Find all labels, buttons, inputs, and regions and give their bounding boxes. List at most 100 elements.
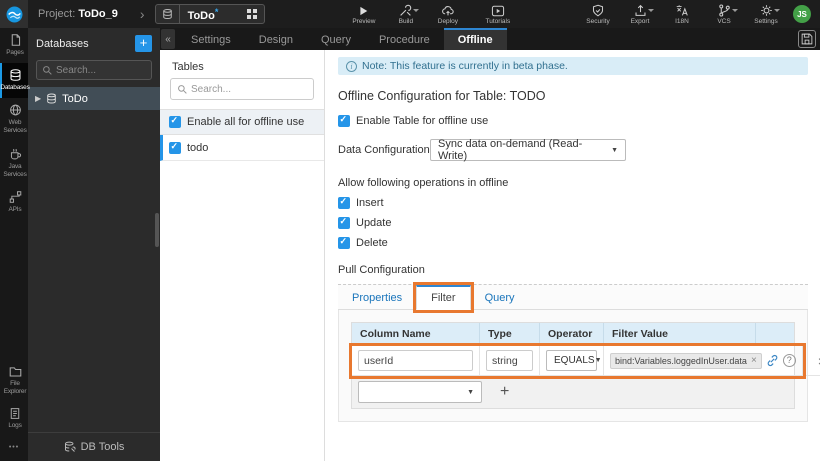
data-configuration-row: Data Configuration Sync data on-demand (… [338, 138, 808, 162]
bind-value-chip[interactable]: bind:Variables.loggedInUser.data × [610, 352, 762, 369]
cell-filter-value: bind:Variables.loggedInUser.data × ? [604, 346, 803, 376]
search-icon [178, 85, 187, 94]
remove-bind-icon[interactable]: × [751, 355, 757, 366]
tab-offline[interactable]: Offline [443, 28, 507, 50]
shield-icon [592, 3, 604, 17]
tutorials-button[interactable]: Tutorials [485, 3, 511, 25]
filter-table-header: Column Name Type Operator Filter Value [352, 323, 794, 346]
operation-insert-row[interactable]: Insert [338, 196, 808, 209]
user-avatar[interactable]: JS [793, 5, 811, 23]
play-icon [358, 3, 369, 17]
tables-panel-title: Tables [172, 61, 204, 73]
preview-button[interactable]: Preview [351, 3, 377, 25]
enable-table-offline-row[interactable]: Enable Table for offline use [338, 114, 808, 127]
topbar: Project: ToDo_9 › ToDo* Preview Build De… [0, 0, 820, 28]
db-tools-icon [64, 441, 76, 452]
build-button[interactable]: Build [393, 3, 420, 25]
column-name-input[interactable] [358, 350, 473, 371]
bind-link-icon[interactable] [766, 354, 779, 367]
checkbox-checked-icon[interactable] [338, 114, 350, 127]
security-button[interactable]: Security [585, 3, 611, 25]
topbar-actions-right: Security Export I18N VCS Settings [577, 3, 787, 25]
databases-search-input[interactable] [56, 64, 146, 76]
caret-down-icon [647, 9, 654, 15]
checkbox-checked-icon[interactable] [338, 236, 350, 249]
folder-icon [9, 366, 21, 377]
filter-row-annotated-region: EQUALS ▼ bind:Variables.loggedInUser.dat… [352, 346, 803, 376]
sidebar-item-databases[interactable]: Databases [0, 63, 30, 99]
checkbox-checked-icon[interactable] [338, 216, 350, 229]
checkbox-checked-icon[interactable] [338, 196, 350, 209]
search-icon [43, 66, 52, 75]
checkbox-checked-icon[interactable] [169, 141, 181, 154]
vcs-button[interactable]: VCS [711, 3, 738, 25]
help-icon[interactable]: ? [782, 354, 796, 367]
app-logo[interactable] [0, 0, 28, 28]
operations-checkboxes: Insert Update Delete [338, 196, 808, 249]
sidebar-item-logs[interactable]: Logs [0, 402, 28, 436]
globe-icon [9, 104, 21, 116]
operation-delete-row[interactable]: Delete [338, 236, 808, 249]
operator-select[interactable]: EQUALS ▼ [546, 350, 602, 371]
tab-settings[interactable]: Settings [177, 28, 245, 50]
tab-query[interactable]: Query [307, 28, 365, 50]
cell-column-name [352, 346, 480, 376]
sidebar-item-apis[interactable]: APIs [0, 185, 28, 220]
caret-down-icon [413, 9, 420, 15]
video-icon [491, 3, 505, 17]
info-icon: i [346, 60, 357, 72]
gear-icon [760, 3, 780, 17]
database-icon [10, 69, 20, 81]
dropdown-arrow-icon: ▼ [467, 388, 474, 396]
expand-caret-icon[interactable]: ▶ [35, 94, 41, 103]
settings-button[interactable]: Settings [753, 3, 780, 25]
db-panel-scrollbar[interactable] [155, 213, 159, 247]
api-nodes-icon [9, 190, 21, 203]
enable-all-offline-row[interactable]: Enable all for offline use [160, 109, 324, 135]
sidebar-item-java-services[interactable]: Java Services [0, 142, 28, 185]
coffee-cup-icon [10, 148, 21, 159]
pull-tab-query[interactable]: Query [471, 285, 529, 310]
table-row-todo[interactable]: todo [160, 135, 324, 161]
add-database-button[interactable]: + [135, 35, 152, 52]
operations-label: Allow following operations in offline [338, 177, 509, 189]
deploy-button[interactable]: Deploy [435, 3, 461, 25]
sidebar-more-button[interactable]: ••• [0, 436, 28, 461]
caret-down-icon [731, 9, 738, 15]
tab-design[interactable]: Design [245, 28, 307, 50]
apps-grid-icon[interactable] [247, 9, 257, 19]
git-branch-icon [718, 3, 738, 17]
cell-row-actions: × [802, 346, 820, 376]
database-icon [156, 5, 180, 23]
add-filter-button[interactable]: + [500, 384, 509, 400]
sidebar-item-web-services[interactable]: Web Services [0, 98, 28, 141]
cell-type [480, 346, 540, 376]
tab-procedure[interactable]: Procedure [365, 28, 444, 50]
beta-note-banner: i Note: This feature is currently in bet… [338, 57, 808, 75]
databases-search[interactable] [36, 60, 152, 80]
save-button[interactable] [798, 30, 816, 48]
type-input[interactable] [486, 350, 533, 371]
cloud-upload-icon [441, 3, 455, 17]
sidebar-item-pages[interactable]: Pages [0, 28, 28, 63]
collapse-panel-button[interactable]: « [161, 29, 175, 49]
pull-tab-filter[interactable]: Filter [416, 285, 471, 310]
artifact-tab-todo[interactable]: ToDo* [154, 4, 265, 24]
sidebar-item-file-explorer[interactable]: File Explorer [0, 360, 28, 402]
db-tools-button[interactable]: DB Tools [28, 432, 160, 461]
tables-search-input[interactable] [191, 83, 301, 95]
export-button[interactable]: Export [627, 3, 654, 25]
left-icon-sidebar: Pages Databases Web Services Java Servic… [0, 28, 30, 461]
data-configuration-label: Data Configuration [338, 144, 430, 156]
checkbox-checked-icon[interactable] [169, 115, 181, 128]
operation-update-row[interactable]: Update [338, 216, 808, 229]
i18n-button[interactable]: I18N [669, 3, 695, 25]
build-tools-icon [399, 3, 420, 17]
database-tree-item-todo[interactable]: ▶ ToDo [28, 87, 160, 110]
tables-search[interactable] [170, 78, 314, 100]
pull-tab-properties[interactable]: Properties [338, 285, 416, 310]
data-configuration-select[interactable]: Sync data on-demand (Read-Write) ▼ [430, 138, 626, 162]
new-column-select[interactable]: ▼ [358, 381, 482, 403]
artifact-name: ToDo* [187, 6, 219, 22]
